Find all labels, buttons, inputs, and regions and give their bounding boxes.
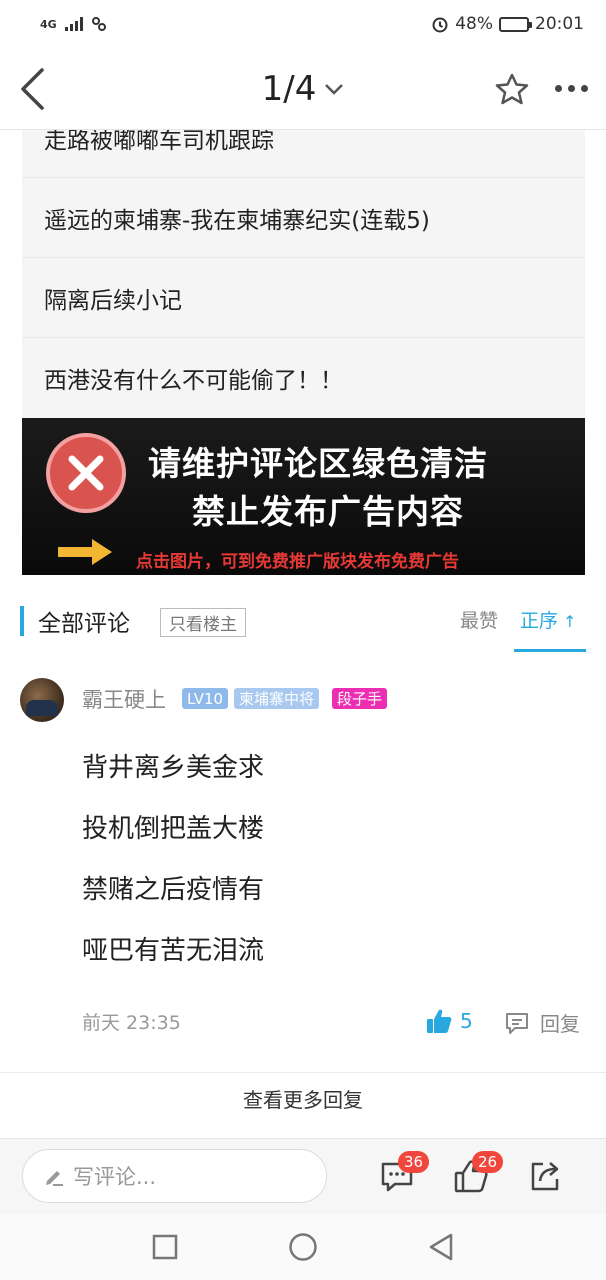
- battery-icon: [499, 16, 532, 32]
- comment-placeholder: 写评论...: [73, 1165, 157, 1189]
- ad-banner[interactable]: 请维护评论区绿色清洁 禁止发布广告内容 点击图片，可到免费推广版块发布免费广告: [22, 417, 585, 575]
- comment-line: 背井离乡美金求: [82, 753, 265, 783]
- level-badge: LV10: [182, 688, 229, 709]
- related-item[interactable]: 西港没有什么不可能偷了！！: [22, 338, 585, 418]
- status-right: 48% 20:01: [431, 14, 584, 34]
- comment-input[interactable]: 写评论...: [22, 1149, 327, 1203]
- comments-title: 全部评论: [38, 611, 130, 637]
- like-count: 5: [460, 1009, 473, 1033]
- share-button[interactable]: [528, 1159, 562, 1197]
- related-articles-list: 走路被嘟嘟车司机跟踪 遥远的柬埔寨-我在柬埔寨纪实(连载5) 隔离后续小记 西港…: [22, 98, 585, 418]
- like-count-badge: 26: [472, 1151, 504, 1173]
- related-item[interactable]: 隔离后续小记: [22, 258, 585, 338]
- comment-time: 前天 23:35: [82, 1012, 181, 1034]
- network-label: 4G: [40, 17, 57, 31]
- back-arrow-icon[interactable]: [18, 67, 46, 111]
- ad-note: 点击图片，可到免费推广版块发布免费广告: [136, 552, 459, 572]
- comments-button[interactable]: 36: [380, 1151, 430, 1197]
- system-nav-bar: [0, 1214, 606, 1280]
- close-circle-icon: [46, 433, 126, 513]
- alarm-icon: [432, 17, 448, 33]
- top-nav-bar: 1/4: [0, 48, 606, 130]
- op-only-filter[interactable]: 只看楼主: [160, 608, 246, 637]
- share-icon: [531, 1162, 559, 1191]
- comment-line: 禁赌之后疫情有: [82, 875, 265, 905]
- avatar[interactable]: [20, 678, 64, 722]
- network-indicator: 4G: [40, 16, 107, 32]
- status-bar: 4G 48% 20:01: [0, 0, 606, 48]
- divider: [0, 1072, 606, 1073]
- reply-label: 回复: [540, 1012, 580, 1036]
- more-icon[interactable]: [555, 85, 588, 92]
- chevron-down-icon[interactable]: [324, 82, 344, 96]
- reply-button[interactable]: 回复: [504, 1008, 580, 1037]
- sort-arrow-icon: ↑: [558, 612, 577, 631]
- ad-headline: 请维护评论区绿色清洁: [148, 444, 488, 483]
- comment-line: 哑巴有苦无泪流: [82, 936, 265, 966]
- clock: 20:01: [535, 14, 584, 34]
- sort-hot-tab[interactable]: 最赞: [460, 606, 498, 633]
- recent-apps-icon[interactable]: [152, 1234, 178, 1260]
- like-button[interactable]: 5: [426, 1008, 473, 1034]
- sort-order-tab[interactable]: 正序 ↑: [520, 606, 577, 633]
- comments-header: 全部评论 只看楼主 最赞 正序 ↑: [0, 596, 606, 654]
- page-indicator-label[interactable]: 1/4: [262, 69, 317, 109]
- comment-count-badge: 36: [398, 1151, 430, 1173]
- pencil-icon: [46, 1171, 63, 1186]
- reply-icon: [506, 1012, 528, 1034]
- star-icon[interactable]: [495, 73, 529, 105]
- nav-actions: [495, 73, 588, 105]
- active-tab-underline: [514, 649, 586, 652]
- arrow-right-icon: [58, 539, 112, 565]
- sort-order-label: 正序: [520, 610, 559, 632]
- related-item[interactable]: 遥远的柬埔寨-我在柬埔寨纪实(连载5): [22, 178, 585, 258]
- comment-body: 背井离乡美金求 投机倒把盖大楼 禁赌之后疫情有 哑巴有苦无泪流: [82, 748, 264, 992]
- tag-badge: 段子手: [332, 688, 388, 709]
- comment-item: 霸王硬上 LV10 柬埔寨中将 段子手 背井离乡美金求 投机倒把盖大楼 禁赌之后…: [0, 670, 606, 1072]
- signal-icon: [64, 17, 83, 31]
- more-replies-link[interactable]: 查看更多回复: [0, 1084, 606, 1113]
- home-icon[interactable]: [288, 1232, 318, 1262]
- ad-subheadline: 禁止发布广告内容: [192, 492, 464, 531]
- wifi-hotspot-icon: [91, 17, 106, 31]
- like-post-button[interactable]: 26: [454, 1151, 504, 1197]
- thumbs-up-icon: [427, 1009, 452, 1033]
- username[interactable]: 霸王硬上: [82, 684, 166, 714]
- section-marker: [20, 606, 24, 636]
- rank-badge: 柬埔寨中将: [234, 688, 320, 709]
- comment-line: 投机倒把盖大楼: [82, 814, 265, 844]
- back-icon[interactable]: [428, 1233, 454, 1261]
- battery-percent: 48%: [455, 14, 493, 34]
- bottom-action-bar: 写评论... 36 26: [0, 1138, 606, 1214]
